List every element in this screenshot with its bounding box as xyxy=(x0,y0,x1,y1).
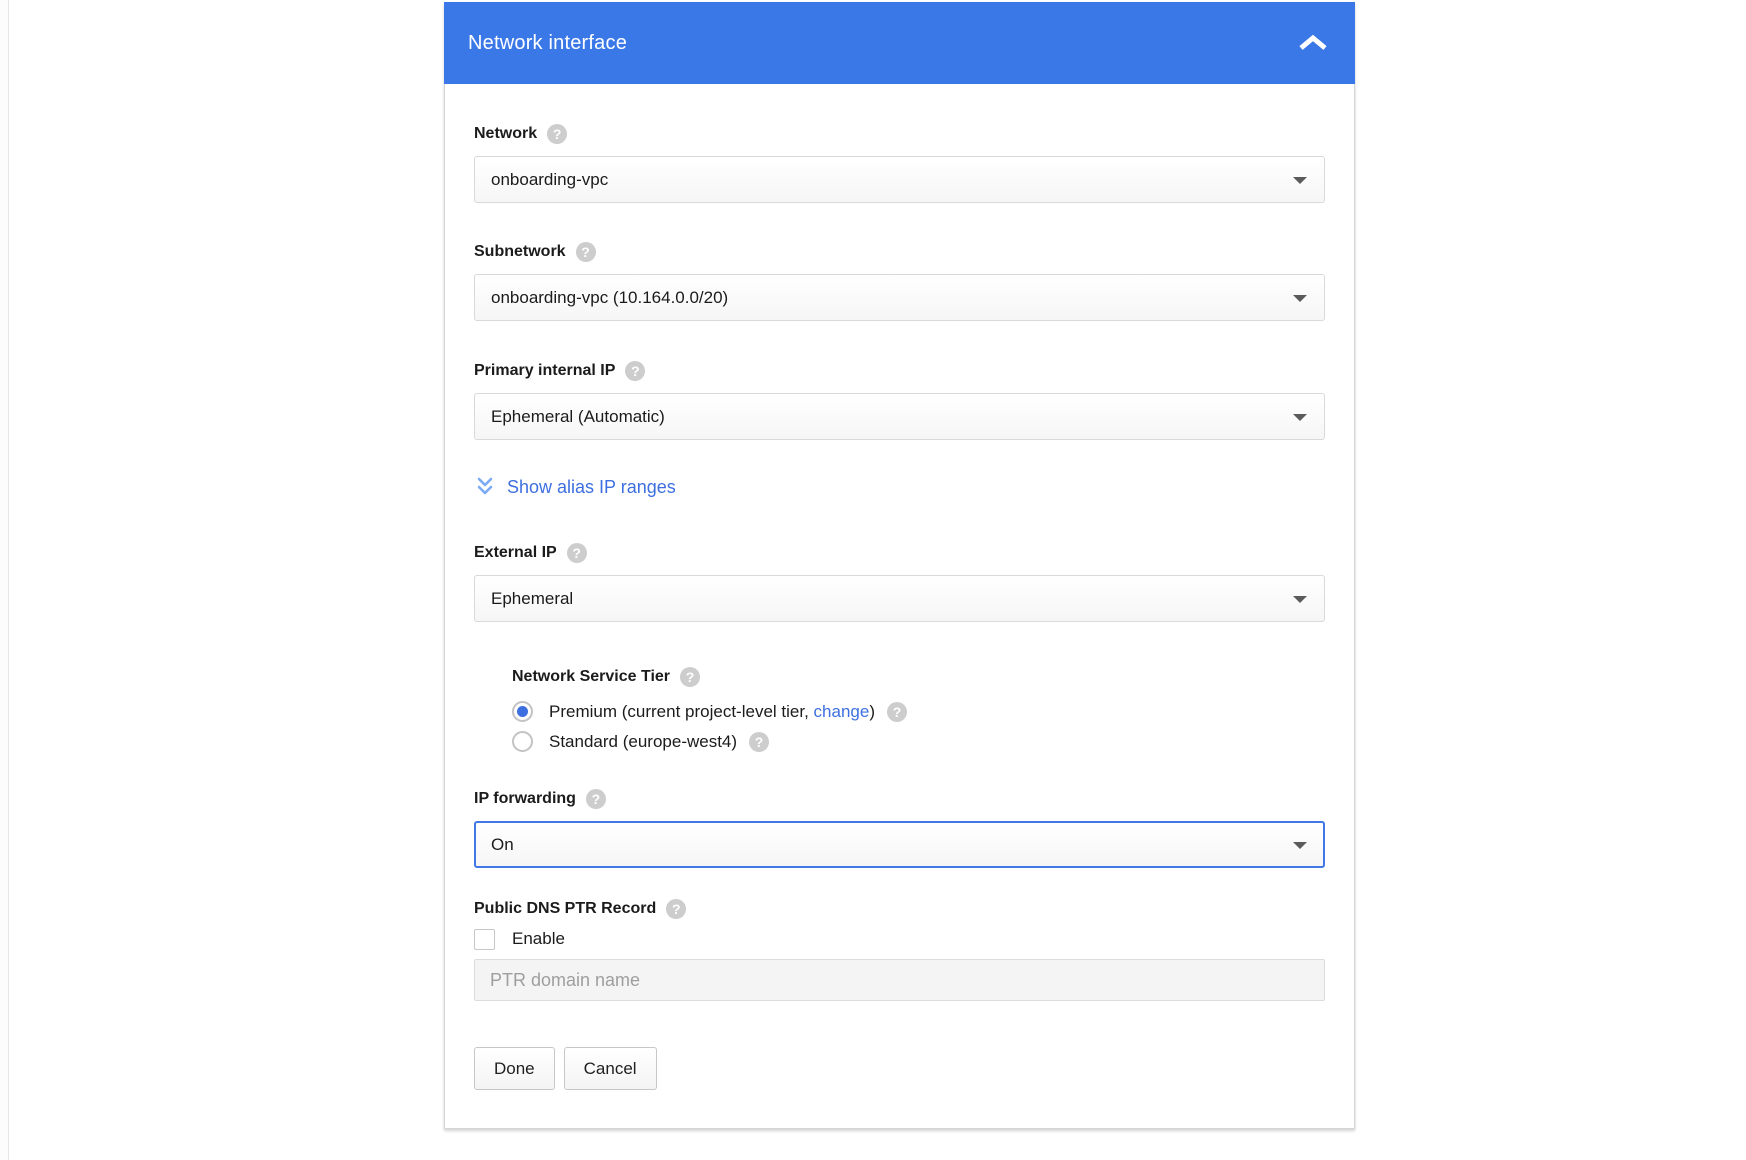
done-button[interactable]: Done xyxy=(474,1047,555,1090)
panel-title: Network interface xyxy=(468,32,627,55)
premium-tier-radio[interactable] xyxy=(512,701,533,722)
cancel-button[interactable]: Cancel xyxy=(564,1047,657,1090)
standard-tier-text: Standard (europe-west4) xyxy=(549,732,737,752)
help-icon[interactable]: ? xyxy=(567,543,587,563)
subnetwork-field: Subnetwork ? onboarding-vpc (10.164.0.0/… xyxy=(474,242,1325,321)
help-icon[interactable]: ? xyxy=(680,667,700,687)
help-icon[interactable]: ? xyxy=(586,789,606,809)
premium-tier-text: Premium (current project-level tier, cha… xyxy=(549,702,875,722)
external-ip-field: External IP ? Ephemeral xyxy=(474,543,1325,622)
ip-forwarding-label: IP forwarding xyxy=(474,790,576,808)
network-interface-panel: Network interface Network ? onboarding-v… xyxy=(444,2,1355,1129)
panel-header: Network interface xyxy=(444,2,1355,84)
ptr-domain-name-input[interactable] xyxy=(474,959,1325,1001)
help-icon[interactable]: ? xyxy=(576,242,596,262)
network-label: Network xyxy=(474,125,537,143)
ip-forwarding-field: IP forwarding ? On xyxy=(474,789,1325,868)
external-ip-select[interactable]: Ephemeral xyxy=(474,575,1325,622)
ip-forwarding-select[interactable]: On xyxy=(474,821,1325,868)
public-dns-ptr-section: Public DNS PTR Record ? Enable xyxy=(474,899,1325,1001)
primary-internal-ip-select[interactable]: Ephemeral (Automatic) xyxy=(474,393,1325,440)
double-chevron-down-icon xyxy=(476,476,494,498)
change-tier-link[interactable]: change xyxy=(814,702,870,721)
network-service-tier-section: Network Service Tier ? Premium (current … xyxy=(512,667,1325,752)
action-buttons: Done Cancel xyxy=(474,1047,1325,1090)
public-dns-ptr-label: Public DNS PTR Record xyxy=(474,900,656,918)
standard-tier-radio[interactable] xyxy=(512,731,533,752)
enable-ptr-row: Enable xyxy=(474,927,1325,951)
network-service-tier-label: Network Service Tier xyxy=(512,668,670,686)
network-select[interactable]: onboarding-vpc xyxy=(474,156,1325,203)
show-alias-ip-ranges-link[interactable]: Show alias IP ranges xyxy=(507,477,676,498)
external-ip-label: External IP xyxy=(474,544,557,562)
help-icon[interactable]: ? xyxy=(749,732,769,752)
primary-internal-ip-label: Primary internal IP xyxy=(474,362,615,380)
network-field: Network ? onboarding-vpc xyxy=(474,124,1325,203)
page-left-margin xyxy=(0,0,8,1160)
enable-ptr-checkbox[interactable] xyxy=(474,929,495,950)
panel-body: Network ? onboarding-vpc Subnetwork ? on… xyxy=(444,84,1355,1129)
help-icon[interactable]: ? xyxy=(887,702,907,722)
chevron-up-icon xyxy=(1297,34,1329,52)
subnetwork-select[interactable]: onboarding-vpc (10.164.0.0/20) xyxy=(474,274,1325,321)
standard-tier-option: Standard (europe-west4) ? xyxy=(512,731,1325,752)
page-left-divider xyxy=(8,0,9,1160)
premium-tier-option: Premium (current project-level tier, cha… xyxy=(512,701,1325,722)
enable-ptr-checkbox-label: Enable xyxy=(512,929,565,949)
alias-ip-ranges-row: Show alias IP ranges xyxy=(476,476,1325,498)
help-icon[interactable]: ? xyxy=(625,361,645,381)
subnetwork-label: Subnetwork xyxy=(474,243,566,261)
collapse-panel-button[interactable] xyxy=(1291,21,1335,65)
primary-internal-ip-field: Primary internal IP ? Ephemeral (Automat… xyxy=(474,361,1325,440)
help-icon[interactable]: ? xyxy=(547,124,567,144)
help-icon[interactable]: ? xyxy=(666,899,686,919)
